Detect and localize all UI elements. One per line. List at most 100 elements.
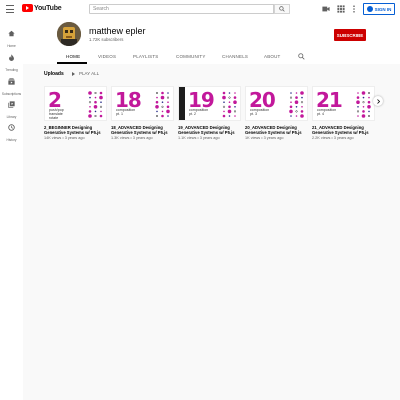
dot-grid-graphic <box>222 91 237 118</box>
tab-home[interactable]: HOME <box>66 54 80 59</box>
channel-avatar[interactable] <box>57 22 81 46</box>
dot-mark <box>356 110 360 113</box>
sidebar-item-library[interactable]: Library <box>0 95 23 119</box>
chevron-right-icon <box>376 98 380 104</box>
sidebar-item-history[interactable]: History <box>0 118 23 142</box>
dot-mark <box>234 106 236 108</box>
video-title[interactable]: 21_ADVANCED Designing Generative Systems… <box>312 125 375 135</box>
video-card[interactable]: 18 composition pt. 1 18_ADVANCED Designi… <box>111 86 174 140</box>
dot-mark <box>167 92 169 94</box>
youtube-logo[interactable]: YouTube <box>22 4 62 12</box>
dot-mark <box>100 101 102 103</box>
sidebar-item-home[interactable]: Home <box>0 24 23 48</box>
video-card[interactable]: 20 composition pt. 3 20_ADVANCED Designi… <box>245 86 308 140</box>
thumbnail-dark-strip <box>179 87 185 120</box>
video-thumbnail[interactable]: 2 push/pop translate rotate <box>44 86 107 121</box>
dot-mark <box>99 105 103 108</box>
play-all-button[interactable]: PLAY ALL <box>72 71 99 76</box>
dot-mark <box>362 101 365 104</box>
dot-mark <box>233 110 237 113</box>
dot-mark <box>100 110 102 113</box>
dot-mark <box>167 115 169 117</box>
sign-in-label: SIGN IN <box>374 6 392 12</box>
tab-about[interactable]: ABOUT <box>264 54 281 59</box>
avatar-image <box>57 22 81 46</box>
video-title[interactable]: 20_ADVANCED Designing Generative Systems… <box>245 125 308 135</box>
tab-videos[interactable]: VIDEOS <box>98 54 116 59</box>
dot-mark <box>289 109 293 114</box>
dot-mark <box>94 100 97 104</box>
dot-mark <box>161 101 164 103</box>
shelf-next-button[interactable] <box>373 96 383 106</box>
dot-mark <box>361 91 366 95</box>
video-thumbnail[interactable]: 19 composition pt. 2 <box>178 86 241 121</box>
video-thumbnail[interactable]: 18 composition pt. 1 <box>111 86 174 121</box>
video-card[interactable]: 19 composition pt. 2 19_ADVANCED Designi… <box>178 86 241 140</box>
history-icon <box>8 124 15 131</box>
dot-mark <box>89 106 91 108</box>
dot-mark <box>161 110 164 113</box>
dot-mark <box>357 115 359 117</box>
search-input[interactable]: Search <box>89 4 274 14</box>
tab-channels[interactable]: CHANNELS <box>222 54 248 59</box>
tab-community[interactable]: COMMUNITY <box>176 54 206 59</box>
top-bar: YouTube Search SIGN IN <box>0 0 400 18</box>
dot-mark <box>362 106 365 108</box>
menu-icon[interactable] <box>6 5 14 13</box>
logo-text: YouTube <box>34 4 62 12</box>
more-options-icon[interactable] <box>350 5 358 13</box>
video-card[interactable]: 21 composition pt. 4 21_ADVANCED Designi… <box>312 86 375 140</box>
thumbnail-subtitle: push/pop translate rotate <box>49 108 64 120</box>
video-meta: 14K views • 3 years ago <box>44 136 85 140</box>
video-title[interactable]: 19_ADVANCED Designing Generative Systems… <box>178 125 241 135</box>
sign-in-button[interactable]: SIGN IN <box>363 3 395 15</box>
dot-mark <box>301 96 303 99</box>
dot-mark <box>167 101 169 103</box>
dot-mark <box>228 115 231 117</box>
dot-mark <box>223 110 225 113</box>
dot-mark <box>94 96 97 99</box>
channel-search-icon[interactable] <box>298 53 305 60</box>
dot-mark <box>228 96 231 99</box>
sidebar-item-subscriptions[interactable]: Subscriptions <box>0 72 23 96</box>
thumbnail-subtitle: composition pt. 3 <box>250 108 270 116</box>
video-thumbnail[interactable]: 21 composition pt. 4 <box>312 86 375 121</box>
dot-mark <box>357 92 359 94</box>
play-all-label: PLAY ALL <box>79 71 100 76</box>
dot-mark <box>356 100 360 104</box>
video-thumbnail[interactable]: 20 composition pt. 3 <box>245 86 308 121</box>
dot-mark <box>362 96 365 99</box>
video-title[interactable]: 18_ADVANCED Designing Generative Systems… <box>111 125 174 135</box>
dot-mark <box>367 100 371 104</box>
dot-mark <box>289 96 293 99</box>
dot-mark <box>156 110 158 113</box>
dot-mark <box>295 92 298 94</box>
dot-mark <box>99 95 103 100</box>
video-meta: 1K views • 3 years ago <box>245 136 284 140</box>
tab-playlists[interactable]: PLAYLISTS <box>133 54 158 59</box>
dot-mark <box>234 115 236 117</box>
dot-mark <box>361 114 366 118</box>
dot-mark <box>166 105 170 109</box>
active-tab-indicator <box>57 62 87 64</box>
video-card[interactable]: 2 push/pop translate rotate 2_BEGINNER D… <box>44 86 107 140</box>
home-icon <box>8 30 15 37</box>
apps-grid-icon[interactable] <box>337 5 345 13</box>
sidebar-item-trending[interactable]: Trending <box>0 48 23 72</box>
dot-mark <box>88 110 92 113</box>
uploads-heading[interactable]: Uploads <box>44 71 64 77</box>
dot-mark <box>295 115 298 117</box>
dot-mark <box>300 114 304 118</box>
create-video-icon[interactable] <box>322 5 330 13</box>
video-meta: 1.3K views • 3 years ago <box>111 136 153 140</box>
search-button[interactable] <box>274 4 290 14</box>
dot-mark <box>160 95 165 100</box>
subscribe-button[interactable]: SUBSCRIBE <box>334 29 366 41</box>
dot-mark <box>300 110 304 113</box>
video-title[interactable]: 2_BEGINNER Designing Generative Systems … <box>44 125 107 135</box>
search-icon <box>279 6 285 12</box>
dot-mark <box>295 96 298 99</box>
dot-mark <box>228 105 231 109</box>
subscriptions-icon <box>8 78 15 85</box>
dot-mark <box>222 95 226 100</box>
